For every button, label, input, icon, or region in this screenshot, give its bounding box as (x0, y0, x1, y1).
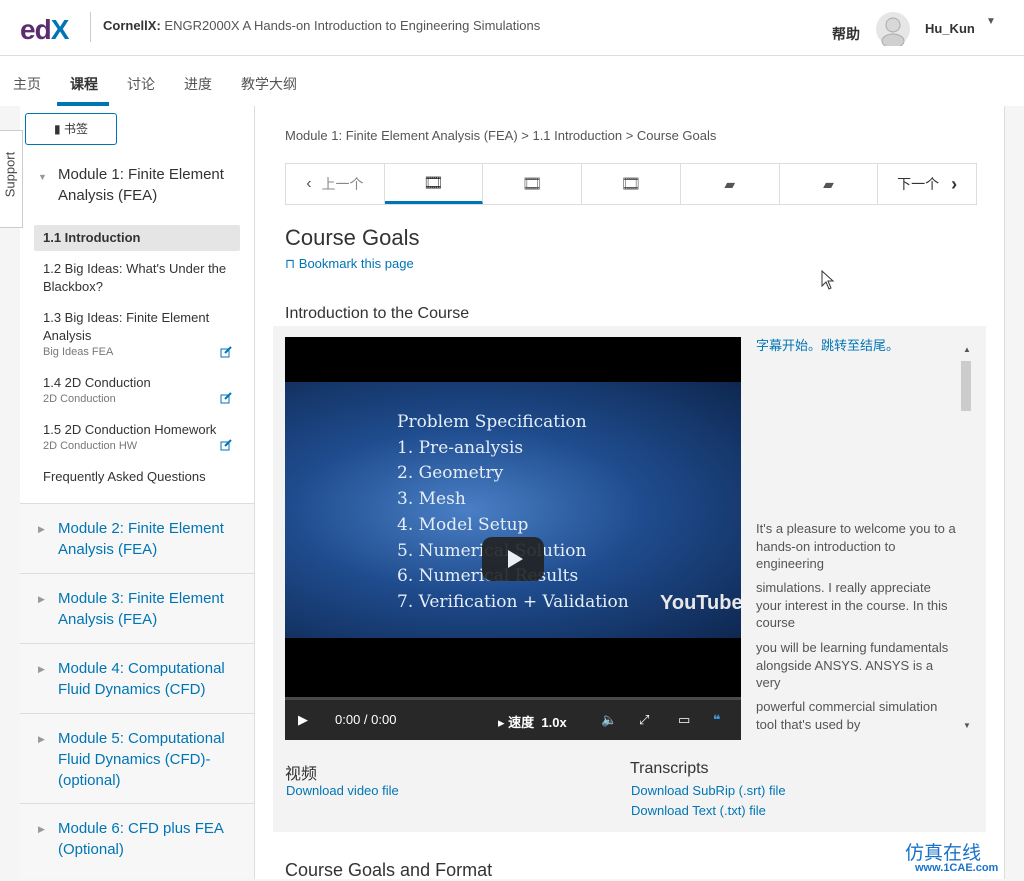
scroll-down-icon[interactable]: ▼ (963, 721, 971, 730)
collapse-triangle-icon[interactable]: ▼ (38, 172, 47, 182)
transcript-scrollbar[interactable]: ▲ ▼ (961, 345, 971, 731)
watermark-url: www.1CAE.com (915, 862, 999, 874)
book-icon: ▰ (823, 175, 834, 192)
module-2-item[interactable]: ▶ Module 2: Finite Element Analysis (FEA… (20, 503, 254, 573)
module-5-item[interactable]: ▶ Module 5: Computational Fluid Dynamics… (20, 713, 254, 804)
support-tab[interactable]: Support (0, 130, 23, 228)
header-divider (90, 12, 91, 42)
sidebar-item-faq[interactable]: Frequently Asked Questions (43, 468, 233, 486)
edit-icon (220, 346, 232, 358)
book-icon: ▰ (724, 175, 736, 192)
sidebar-item-1-1[interactable]: 1.1 Introduction (43, 229, 233, 247)
video-frame: Problem Specification 1. Pre-analysis 2.… (285, 382, 741, 638)
video-time: 0:00 / 0:00 (335, 712, 397, 727)
youtube-logo: YouTube (660, 592, 741, 614)
unit-title: Course Goals (285, 225, 420, 250)
bookmark-icon: ▮ (54, 122, 61, 136)
bookmarks-button[interactable]: ▮ 书签 (25, 113, 117, 145)
sidebar-item-1-4[interactable]: 1.4 2D Conduction 2D Conduction (43, 374, 233, 406)
course-tabs: 主页 课程 讨论 进度 教学大纲 (0, 56, 1024, 106)
video-downloads-heading: 视频 (285, 766, 318, 783)
section-heading: Course Goals and Format (285, 860, 493, 880)
transcript-toggle-icon[interactable]: ❝ (713, 712, 721, 728)
transcript-line[interactable]: you will be learning fundamentals alongs… (756, 639, 956, 692)
transcripts-heading: Transcripts (630, 760, 709, 777)
transcript-line[interactable]: It's a pleasure to welcome you to a hand… (756, 520, 956, 573)
sequence-tab-video-1[interactable]: 🎞 (384, 164, 484, 204)
film-icon: 🎞 (620, 176, 642, 193)
play-icon[interactable]: ▶ (298, 712, 308, 728)
expand-triangle-icon: ▶ (38, 594, 45, 604)
previous-button[interactable]: ‹ 上一个 (286, 164, 385, 204)
tab-course[interactable]: 课程 (70, 74, 98, 94)
avatar[interactable] (876, 12, 910, 49)
chevron-right-icon: › (951, 173, 958, 194)
bookmark-page-link[interactable]: ⊓ Bookmark this page (285, 256, 414, 272)
video-title: Introduction to the Course (285, 305, 470, 322)
sequence-tab-video-2[interactable]: 🎞 (483, 164, 583, 204)
sequence-tab-reading-1[interactable]: ▰ (681, 164, 780, 204)
module-2-title[interactable]: Module 2: Finite Element Analysis (FEA) (58, 518, 243, 560)
sidebar-item-1-5[interactable]: 1.5 2D Conduction Homework 2D Conduction … (43, 421, 233, 453)
site-header: edX CornellX: ENGR2000X A Hands-on Intro… (0, 0, 1024, 56)
transcript-line[interactable]: simulations. I really appreciate your in… (756, 579, 956, 632)
breadcrumb[interactable]: Module 1: Finite Element Analysis (FEA) … (285, 128, 716, 143)
download-txt-link[interactable]: Download Text (.txt) file (631, 803, 766, 818)
bookmark-icon: ⊓ (285, 256, 296, 271)
speed-control[interactable]: ▸ 速度 1.0x (498, 712, 567, 731)
module-1-title[interactable]: Module 1: Finite Element Analysis (FEA) (58, 164, 238, 206)
expand-triangle-icon: ▶ (38, 524, 45, 534)
transcript-line[interactable]: powerful commercial simulation tool that… (756, 698, 956, 733)
tab-progress[interactable]: 进度 (184, 74, 212, 94)
volume-icon[interactable]: 🔈 (601, 712, 617, 728)
tab-discussion[interactable]: 讨论 (127, 74, 155, 94)
module-4-item[interactable]: ▶ Module 4: Computational Fluid Dynamics… (20, 643, 254, 713)
edit-icon (220, 439, 232, 451)
username[interactable]: Hu_Kun (925, 21, 975, 36)
sequence-navigation: ‹ 上一个 🎞 🎞 🎞 ▰ ▰ 下一个 › (285, 163, 977, 205)
edit-icon (220, 392, 232, 404)
chevron-left-icon: ‹ (306, 175, 312, 192)
scrollbar-thumb[interactable] (961, 361, 971, 411)
expand-triangle-icon: ▶ (38, 824, 45, 834)
mouse-cursor-icon (821, 270, 835, 290)
sequence-tab-video-3[interactable]: 🎞 (582, 164, 681, 204)
module-6-item[interactable]: ▶ Module 6: CFD plus FEA (Optional) (20, 803, 254, 879)
course-title: CornellX: ENGR2000X A Hands-on Introduct… (103, 18, 541, 33)
sidebar-item-1-3[interactable]: 1.3 Big Ideas: Finite Element Analysis Bi… (43, 309, 233, 359)
video-component: Problem Specification 1. Pre-analysis 2.… (273, 326, 986, 832)
slide-content: Problem Specification 1. Pre-analysis 2.… (397, 412, 629, 612)
film-icon: 🎞 (423, 174, 444, 192)
download-srt-link[interactable]: Download SubRip (.srt) file (631, 783, 786, 798)
next-button[interactable]: 下一个 › (878, 164, 976, 204)
fullscreen-icon[interactable]: ⤢ (639, 712, 649, 728)
download-video-link[interactable]: Download video file (286, 783, 399, 798)
module-3-item[interactable]: ▶ Module 3: Finite Element Analysis (FEA… (20, 573, 254, 643)
help-link[interactable]: 帮助 (832, 24, 860, 44)
scroll-up-icon[interactable]: ▲ (963, 345, 971, 354)
transcript-skip-link[interactable]: 字幕开始。跳转至结尾。 (756, 337, 956, 355)
transcript-panel[interactable]: 字幕开始。跳转至结尾。 It's a pleasure to welcome y… (756, 337, 956, 737)
film-icon: 🎞 (522, 176, 543, 193)
captions-icon[interactable]: ▭ (678, 712, 690, 728)
watermark: 仿真在线 (905, 842, 982, 864)
course-content: Module 1: Finite Element Analysis (FEA) … (255, 106, 1005, 880)
course-navigation-sidebar: ▮ 书签 ▼ Module 1: Finite Element Analysis… (20, 106, 255, 879)
module-5-title[interactable]: Module 5: Computational Fluid Dynamics (… (58, 728, 243, 791)
video-controls: ▶ 0:00 / 0:00 ▸ 速度 1.0x 🔈 ⤢ ▭ ❝ (285, 700, 741, 740)
chevron-down-icon[interactable]: ▼ (986, 16, 996, 27)
tab-syllabus[interactable]: 教学大纲 (241, 74, 297, 94)
tab-home[interactable]: 主页 (13, 74, 41, 94)
expand-triangle-icon: ▶ (38, 734, 45, 744)
module-6-title[interactable]: Module 6: CFD plus FEA (Optional) (58, 818, 243, 860)
video-player[interactable]: Problem Specification 1. Pre-analysis 2.… (285, 337, 741, 740)
sequence-tab-reading-2[interactable]: ▰ (780, 164, 879, 204)
expand-triangle-icon: ▶ (38, 664, 45, 674)
module-4-title[interactable]: Module 4: Computational Fluid Dynamics (… (58, 658, 243, 700)
edx-logo[interactable]: edX (20, 14, 69, 46)
sidebar-item-1-2[interactable]: 1.2 Big Ideas: What's Under the Blackbox… (43, 260, 233, 296)
play-overlay-button[interactable] (482, 537, 544, 581)
module-3-title[interactable]: Module 3: Finite Element Analysis (FEA) (58, 588, 243, 630)
